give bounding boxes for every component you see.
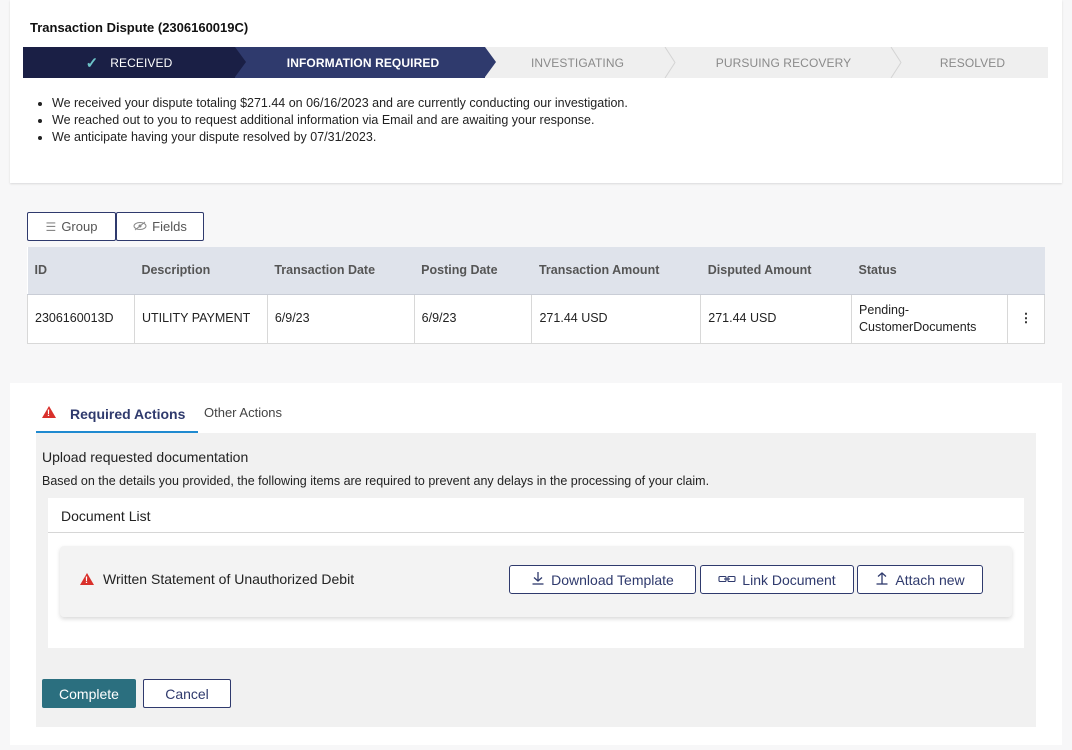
link-icon — [718, 572, 736, 587]
fields-label: Fields — [152, 219, 187, 234]
column-header[interactable]: Status — [851, 247, 1008, 295]
column-header[interactable]: ID — [27, 247, 135, 295]
tab-required-actions[interactable]: ! Required Actions — [36, 395, 198, 433]
actions-card: ! Required Actions Other Actions Upload … — [10, 383, 1062, 745]
step-received: ✓ RECEIVED — [23, 47, 246, 78]
section-title: Upload requested documentation — [42, 449, 249, 465]
column-header[interactable]: Posting Date — [414, 247, 532, 295]
document-item: ! Written Statement of Unauthorized Debi… — [60, 546, 1012, 617]
tab-label: Required Actions — [70, 406, 186, 422]
dispute-summary-card: Transaction Dispute (2306160019C) ✓ RECE… — [10, 0, 1062, 183]
step-label: INFORMATION REQUIRED — [286, 55, 440, 70]
upload-icon — [875, 571, 889, 588]
cell-transaction-amount: 271.44 USD — [531, 294, 702, 344]
step-label: RESOLVED — [939, 55, 1006, 70]
progress-stepper: ✓ RECEIVED INFORMATION REQUIRED INVESTIG… — [23, 47, 1048, 78]
link-document-button[interactable]: Link Document — [700, 565, 854, 594]
document-list: Document List ! Written Statement of Una… — [48, 498, 1024, 648]
cell-status: Pending-CustomerDocuments — [851, 294, 1008, 344]
step-resolved: RESOLVED — [897, 47, 1048, 78]
group-label: Group — [61, 219, 98, 234]
step-pursuing-recovery: PURSUING RECOVERY — [670, 47, 897, 78]
column-header[interactable]: Transaction Amount — [531, 247, 701, 295]
checkmark-icon: ✓ — [85, 54, 99, 72]
summary-item: We reached out to you to request additio… — [52, 112, 628, 129]
required-actions-panel: Upload requested documentation Based on … — [36, 433, 1036, 727]
cell-id: 2306160013D — [27, 294, 135, 344]
cell-disputed-amount: 271.44 USD — [700, 294, 853, 344]
table-header-row: ID Description Transaction Date Posting … — [27, 247, 1045, 295]
attach-new-button[interactable]: Attach new — [857, 565, 983, 594]
page-title: Transaction Dispute (2306160019C) — [30, 20, 249, 35]
fields-button[interactable]: Fields — [116, 212, 204, 241]
download-icon — [531, 571, 545, 588]
document-list-title: Document List — [48, 498, 1024, 533]
step-separator-icon — [664, 47, 676, 78]
column-header[interactable]: Transaction Date — [267, 247, 415, 295]
download-template-button[interactable]: Download Template — [509, 565, 696, 594]
list-icon: ☰ — [45, 219, 57, 234]
button-label: Link Document — [742, 571, 836, 588]
table-row[interactable]: 2306160013D UTILITY PAYMENT 6/9/23 6/9/2… — [27, 294, 1046, 344]
column-header[interactable]: Description — [134, 247, 268, 295]
cell-description: UTILITY PAYMENT — [134, 294, 268, 344]
button-label: Attach new — [895, 571, 965, 588]
kebab-menu-icon[interactable]: ⋮ — [1007, 294, 1046, 344]
complete-button[interactable]: Complete — [42, 679, 136, 708]
warning-icon: ! — [42, 406, 56, 418]
step-investigating: INVESTIGATING — [485, 47, 670, 78]
cell-posting-date: 6/9/23 — [414, 294, 533, 344]
document-name: Written Statement of Unauthorized Debit — [103, 571, 355, 587]
transactions-table: ID Description Transaction Date Posting … — [27, 247, 1046, 344]
group-button[interactable]: ☰ Group — [27, 212, 116, 241]
step-label: INVESTIGATING — [530, 55, 625, 70]
summary-item: We anticipate having your dispute resolv… — [52, 129, 628, 146]
step-label: PURSUING RECOVERY — [715, 55, 852, 70]
button-label: Download Template — [551, 571, 674, 588]
section-description: Based on the details you provided, the f… — [42, 474, 710, 488]
step-separator-icon — [890, 47, 902, 78]
cancel-button[interactable]: Cancel — [143, 679, 231, 708]
step-label: RECEIVED — [110, 55, 173, 70]
column-header-actions — [1007, 247, 1045, 295]
tab-other-actions[interactable]: Other Actions — [204, 405, 282, 420]
warning-icon: ! — [80, 573, 94, 585]
eye-hidden-icon — [133, 220, 147, 234]
column-header[interactable]: Disputed Amount — [700, 247, 852, 295]
dispute-summary-list: We received your dispute totaling $271.4… — [52, 95, 628, 146]
cell-transaction-date: 6/9/23 — [267, 294, 415, 344]
step-information-required: INFORMATION REQUIRED — [235, 47, 496, 78]
summary-item: We received your dispute totaling $271.4… — [52, 95, 628, 112]
